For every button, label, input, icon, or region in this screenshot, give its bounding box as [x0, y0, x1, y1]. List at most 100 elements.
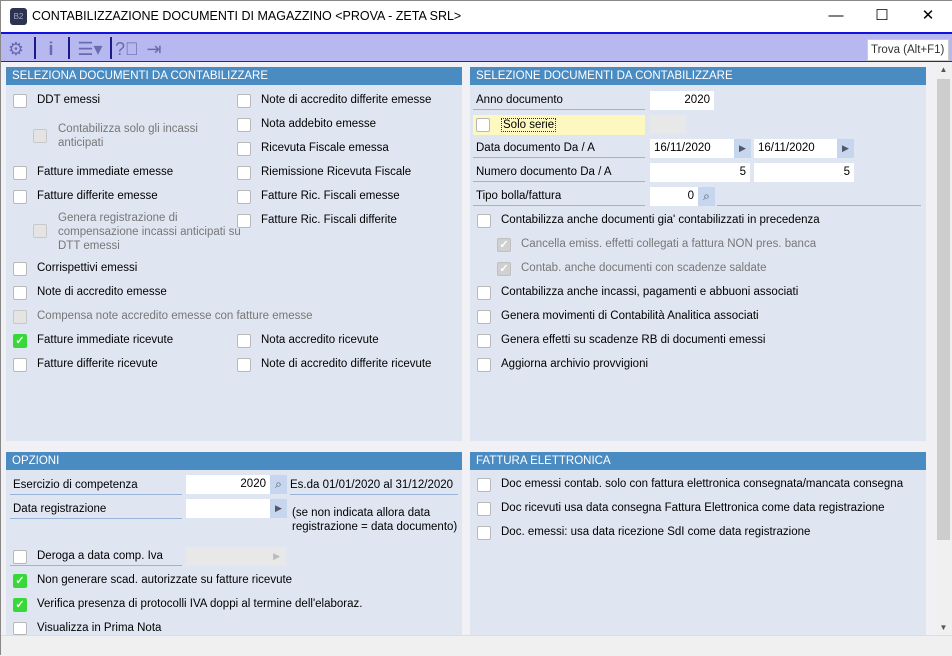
tipo-label: Tipo bolla/fattura — [473, 188, 645, 206]
tipo-description — [717, 205, 921, 206]
checkbox-label: Fatture immediate emesse — [37, 166, 174, 178]
checkbox-label: Contab. anche documenti con scadenze sal… — [521, 262, 767, 274]
checkbox-label: Solo serie — [501, 118, 557, 132]
calendar-arrow-icon[interactable]: ▶ — [270, 499, 287, 518]
checkbox-prima-nota[interactable] — [13, 622, 27, 635]
checkbox-fe-data-consegna[interactable] — [477, 502, 491, 516]
checkbox-label: Riemissione Ricevuta Fiscale — [261, 166, 412, 178]
calendar-arrow-icon[interactable]: ▶ — [837, 139, 854, 158]
checkbox-label: DTT emessi — [58, 240, 120, 252]
checkbox-deroga-comp-iva[interactable] — [13, 550, 27, 564]
checkbox-incassi-pagamenti[interactable] — [477, 286, 491, 300]
exit-icon[interactable]: ⇥ — [143, 37, 165, 61]
checkbox-corrispettivi-emessi[interactable] — [13, 262, 27, 276]
numero-a-input[interactable]: 5 — [754, 163, 854, 182]
help-icon[interactable]: ?⃝ — [115, 37, 139, 61]
checkbox-label: Fatture Ric. Fiscali differite — [261, 214, 397, 226]
data-registrazione-input[interactable] — [186, 499, 270, 518]
window-title: CONTABILIZZAZIONE DOCUMENTI DI MAGAZZINO… — [32, 9, 462, 23]
checkbox-label: Doc. emessi: usa data ricezione SdI come… — [501, 526, 811, 538]
content-area: SELEZIONA DOCUMENTI DA CONTABILIZZARE DD… — [1, 62, 935, 635]
info-icon[interactable]: i — [41, 37, 61, 61]
calendar-arrow-icon[interactable]: ▶ — [734, 139, 751, 158]
solo-serie-row — [473, 115, 645, 135]
checkbox-label: Aggiorna archivio provvigioni — [501, 358, 649, 370]
data-registrazione-note: registrazione = data documento) — [292, 521, 458, 533]
checkbox-label: Note di accredito differite emesse — [261, 94, 432, 106]
anno-label: Anno documento — [473, 92, 645, 110]
serie-input[interactable] — [650, 115, 686, 134]
checkbox-fe-data-sdi[interactable] — [477, 526, 491, 540]
checkbox-fatture-differite-ricevute[interactable] — [13, 358, 27, 372]
search-input[interactable]: Trova (Alt+F1) — [867, 39, 949, 61]
checkbox-label: Corrispettivi emessi — [37, 262, 138, 274]
checkbox-label: Fatture Ric. Fiscali emesse — [261, 190, 400, 202]
status-bar — [1, 635, 952, 656]
checkbox-nota-accredito-ricevute[interactable] — [237, 334, 251, 348]
esercizio-description: Es.da 01/01/2020 al 31/12/2020 — [290, 477, 458, 495]
electronic-invoice-panel: FATTURA ELETTRONICA Doc emessi contab. s… — [470, 452, 926, 635]
checkbox-label: Compensa note accredito emesse con fattu… — [37, 310, 313, 322]
search-icon[interactable]: ⌕ — [270, 475, 287, 494]
checkbox-compensa-note[interactable] — [13, 310, 27, 324]
checkbox-label: Fatture differite ricevute — [37, 358, 158, 370]
checkbox-note-accredito-emesse[interactable] — [13, 286, 27, 300]
checkbox-solo-serie[interactable] — [476, 118, 490, 132]
data-da-input[interactable]: 16/11/2020 — [650, 139, 734, 158]
checkbox-riemissione-ricevuta[interactable] — [237, 166, 251, 180]
esercizio-input[interactable]: 2020 — [186, 475, 270, 494]
scroll-up-icon[interactable]: ▲ — [935, 65, 952, 74]
gears-icon[interactable]: ⚙ — [5, 37, 27, 61]
maximize-button[interactable]: ☐ — [859, 1, 905, 32]
checkbox-gia-contabilizzati[interactable] — [477, 214, 491, 228]
checkbox-label: Fatture immediate ricevute — [37, 334, 174, 346]
close-button[interactable]: ✕ — [905, 1, 951, 32]
checkbox-nota-addebito-emesse[interactable] — [237, 118, 251, 132]
checkbox-label: Genera movimenti di Contabilità Analitic… — [501, 310, 759, 322]
checkbox-effetti-rb[interactable] — [477, 334, 491, 348]
scroll-down-icon[interactable]: ▼ — [935, 623, 952, 632]
checkbox-fatture-immediate-ricevute[interactable]: ✓ — [13, 334, 27, 348]
menu-icon[interactable]: ☰▾ — [73, 37, 107, 61]
search-icon[interactable]: ⌕ — [698, 187, 715, 206]
checkbox-label: Nota addebito emesse — [261, 118, 377, 130]
checkbox-cancella-effetti[interactable]: ✓ — [497, 238, 511, 252]
checkbox-ricevuta-fiscale-emessa[interactable] — [237, 142, 251, 156]
checkbox-non-generare-scad[interactable]: ✓ — [13, 574, 27, 588]
checkbox-provvigioni[interactable] — [477, 358, 491, 372]
data-label: Data documento Da / A — [473, 140, 645, 158]
checkbox-label: Note di accredito emesse — [37, 286, 167, 298]
checkbox-note-accredito-differite-emesse[interactable] — [237, 94, 251, 108]
panel-title: SELEZIONA DOCUMENTI DA CONTABILIZZARE — [6, 67, 462, 85]
checkbox-fatture-differite-emesse[interactable] — [13, 190, 27, 204]
checkbox-solo-incassi-anticipati[interactable] — [33, 129, 47, 143]
checkbox-fatture-ric-fiscali-emesse[interactable] — [237, 190, 251, 204]
checkbox-label: Deroga a data comp. Iva — [37, 550, 163, 562]
checkbox-label: Contabilizza anche documenti gia' contab… — [501, 214, 820, 226]
deroga-date-input[interactable]: ▶ — [186, 547, 286, 566]
checkbox-label: Verifica presenza di protocolli IVA dopp… — [37, 598, 363, 610]
checkbox-genera-compensazione[interactable] — [33, 224, 47, 238]
title-bar: B2 CONTABILIZZAZIONE DOCUMENTI DI MAGAZZ… — [1, 1, 952, 32]
checkbox-fatture-immediate-emesse[interactable] — [13, 166, 27, 180]
tipo-bolla-input[interactable]: 0 — [650, 187, 698, 206]
data-registrazione-label: Data registrazione — [10, 501, 182, 519]
checkbox-scadenze-saldate[interactable]: ✓ — [497, 262, 511, 276]
data-a-input[interactable]: 16/11/2020 — [754, 139, 838, 158]
scrollbar-thumb[interactable] — [937, 79, 950, 540]
checkbox-verifica-protocolli[interactable]: ✓ — [13, 598, 27, 612]
panel-title: OPZIONI — [6, 452, 462, 470]
checkbox-contabilita-analitica[interactable] — [477, 310, 491, 324]
checkbox-label: Fatture differite emesse — [37, 190, 158, 202]
anno-documento-input[interactable]: 2020 — [650, 91, 714, 110]
numero-da-input[interactable]: 5 — [650, 163, 750, 182]
minimize-button[interactable]: — — [813, 1, 859, 32]
checkbox-label: Genera registrazione di — [58, 212, 178, 224]
numero-label: Numero documento Da / A — [473, 164, 645, 182]
checkbox-fatture-ric-fiscali-differite[interactable] — [237, 214, 251, 228]
checkbox-label: Note di accredito differite ricevute — [261, 358, 432, 370]
checkbox-note-accredito-differite-ricevute[interactable] — [237, 358, 251, 372]
checkbox-fe-consegnata[interactable] — [477, 478, 491, 492]
checkbox-label: Contabilizza solo gli incassi — [58, 123, 198, 135]
checkbox-ddt-emessi[interactable] — [13, 94, 27, 108]
